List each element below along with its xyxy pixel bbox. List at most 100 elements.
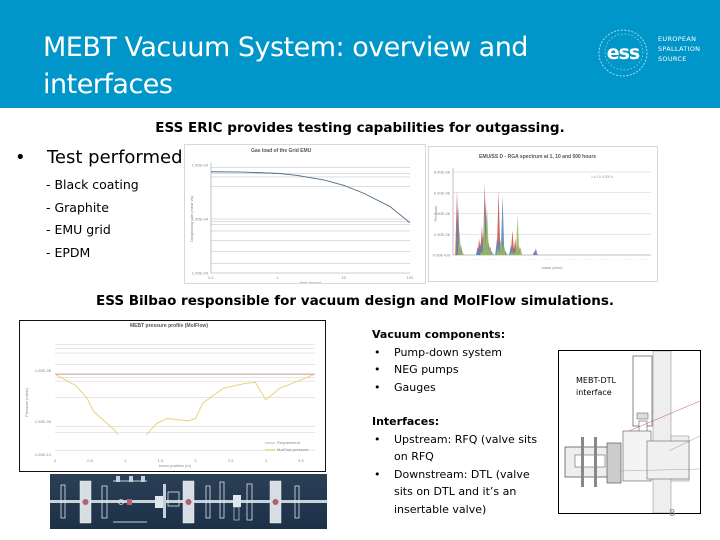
x-tick-label: · xyxy=(469,257,470,262)
x-tick-label: · xyxy=(505,257,506,262)
bullet-icon: • xyxy=(374,432,381,446)
x-tick-label: · xyxy=(650,257,651,262)
x-tick-label: · xyxy=(462,257,463,262)
legend: 1 h 10 h 500 h xyxy=(591,175,613,179)
x-tick-label: · xyxy=(525,257,526,262)
y-tick-label: 1.00E-09 xyxy=(35,419,52,424)
x-tick-label: · xyxy=(584,257,585,262)
x-tick-label: 3.5 xyxy=(298,458,304,463)
x-tick-label: · xyxy=(604,257,605,262)
y-tick-label: 0.00E+00 xyxy=(433,253,451,258)
x-tick-label: · xyxy=(548,257,549,262)
component-label: Gauges xyxy=(394,380,436,394)
logo-line-european: EUROPEAN xyxy=(658,35,697,43)
x-tick-label: · xyxy=(531,257,532,262)
y-axis-label: Pressure xyxy=(433,205,438,222)
x-tick-label: · xyxy=(640,257,641,262)
y-tick-label: 2.00E-06 xyxy=(434,232,451,237)
x-tick-label: · xyxy=(630,257,631,262)
y-tick-label: 1.00E-05 xyxy=(192,271,209,276)
page-number: 8 xyxy=(669,508,676,519)
x-tick-label: · xyxy=(571,257,572,262)
interface-label-line: interface xyxy=(576,388,612,397)
y-tick-label: 1.00E-10 xyxy=(35,452,52,457)
legend-label: Requirement xyxy=(277,440,301,445)
tests-list: - Black coating - Graphite - EMU grid - … xyxy=(46,174,139,264)
component-item: • NEG pumps xyxy=(372,361,552,379)
x-tick-label: 1 xyxy=(276,275,279,280)
x-tick-label: · xyxy=(610,257,611,262)
x-tick-label: 100 xyxy=(407,275,414,280)
x-tick-label: · xyxy=(587,257,588,262)
pressure-profile-plot: 1.00E-081.00E-091.00E-100 0.5 1 1.5 2 2.5 3 3.5… xyxy=(24,344,316,468)
mebt-beamline-render xyxy=(50,474,327,529)
x-tick-label: 0.1 xyxy=(208,275,214,280)
x-tick-label: · xyxy=(485,257,486,262)
x-tick-label: · xyxy=(564,257,565,262)
interface-label: Downstream: DTL (valve sits on DTL and i… xyxy=(394,467,530,516)
y-tick-label: 8.00E-06 xyxy=(434,170,451,175)
x-tick-label: · xyxy=(551,257,552,262)
x-tick-label: 2.5 xyxy=(228,458,234,463)
interface-item: • Downstream: DTL (valve sits on DTL and … xyxy=(372,466,534,519)
x-tick-label: · xyxy=(492,257,493,262)
mebt-dtl-interface-drawing: MEBT-DTL interface xyxy=(558,350,701,514)
x-tick-label: · xyxy=(558,257,559,262)
x-tick-label: · xyxy=(478,257,479,262)
x-tick-label: 0 xyxy=(54,458,57,463)
x-tick-label: · xyxy=(488,257,489,262)
x-tick-label: 2 xyxy=(194,458,197,463)
y-tick-label: 1.00E-04 xyxy=(192,217,209,222)
component-item: • Pump-down system xyxy=(372,344,552,362)
slide-title: MEBT Vacuum System: overview and interfa… xyxy=(43,32,528,100)
y-axis-label: Pressure (mbar) xyxy=(24,387,29,417)
x-tick-label: · xyxy=(597,257,598,262)
legend-label: MolFlow pressure xyxy=(277,447,309,452)
logo-line-spallation: SPALLATION xyxy=(658,45,701,53)
x-tick-label: · xyxy=(647,257,648,262)
component-label: NEG pumps xyxy=(394,363,459,376)
section-heading-bilbao: ESS Bilbao responsible for vacuum design… xyxy=(96,293,615,309)
x-tick-label: · xyxy=(627,257,628,262)
y-tick-label: 1.00E-08 xyxy=(35,368,52,373)
x-tick-label: · xyxy=(637,257,638,262)
x-tick-label: · xyxy=(535,257,536,262)
x-tick-label: · xyxy=(607,257,608,262)
rga-spectrum-plot: 8.00E-066.00E-064.00E-062.00E-060.00E+00… xyxy=(433,168,651,270)
x-tick-label: · xyxy=(472,257,473,262)
bullet-icon: • xyxy=(374,380,381,394)
x-tick-label: · xyxy=(511,257,512,262)
x-tick-label: 0.5 xyxy=(87,458,93,463)
logo-wordmark: EUROPEAN SPALLATION SOURCE xyxy=(658,34,700,64)
logo-line-source: SOURCE xyxy=(658,55,687,63)
x-tick-label: · xyxy=(617,257,618,262)
vacuum-info-panel: Vacuum components: • Pump-down system • NE… xyxy=(372,326,552,518)
x-tick-label: · xyxy=(544,257,545,262)
interface-item: • Upstream: RFQ (valve sits on RFQ xyxy=(372,431,544,466)
interface-label: Upstream: RFQ (valve sits on RFQ xyxy=(394,432,538,464)
gas-load-chart: Gas load of the Grid EMU 1.00E-03 1.00E-0… xyxy=(184,144,426,284)
ess-logo-icon: ess xyxy=(598,29,648,77)
x-tick-label: · xyxy=(591,257,592,262)
slide-header: MEBT Vacuum System: overview and interfa… xyxy=(0,0,720,108)
ess-logo: ess EUROPEAN SPALLATION SOURCE xyxy=(596,26,716,86)
test-item: - EPDM xyxy=(46,244,91,260)
x-tick-label: · xyxy=(581,257,582,262)
x-axis-label: mass (amu) xyxy=(541,265,563,270)
series-line xyxy=(54,373,119,436)
x-tick-label: · xyxy=(508,257,509,262)
gas-load-plot: 1.00E-03 1.00E-04 1.00E-050.1 1 10 100 time (h… xyxy=(189,163,414,284)
bullet-icon: • xyxy=(374,363,381,376)
x-tick-label: · xyxy=(577,257,578,262)
x-tick-label: · xyxy=(614,257,615,262)
bullet-icon: • xyxy=(374,345,381,359)
x-tick-label: · xyxy=(561,257,562,262)
svg-text:ess: ess xyxy=(607,42,640,64)
x-tick-label: · xyxy=(482,257,483,262)
x-tick-label: · xyxy=(554,257,555,262)
interface-label: MEBT-DTL interface xyxy=(576,375,616,399)
x-tick-label: · xyxy=(601,257,602,262)
section-heading-outgassing: ESS ERIC provides testing capabilities f… xyxy=(155,120,565,136)
x-tick-label: 1 xyxy=(124,458,127,463)
test-item: - Black coating xyxy=(46,177,139,192)
